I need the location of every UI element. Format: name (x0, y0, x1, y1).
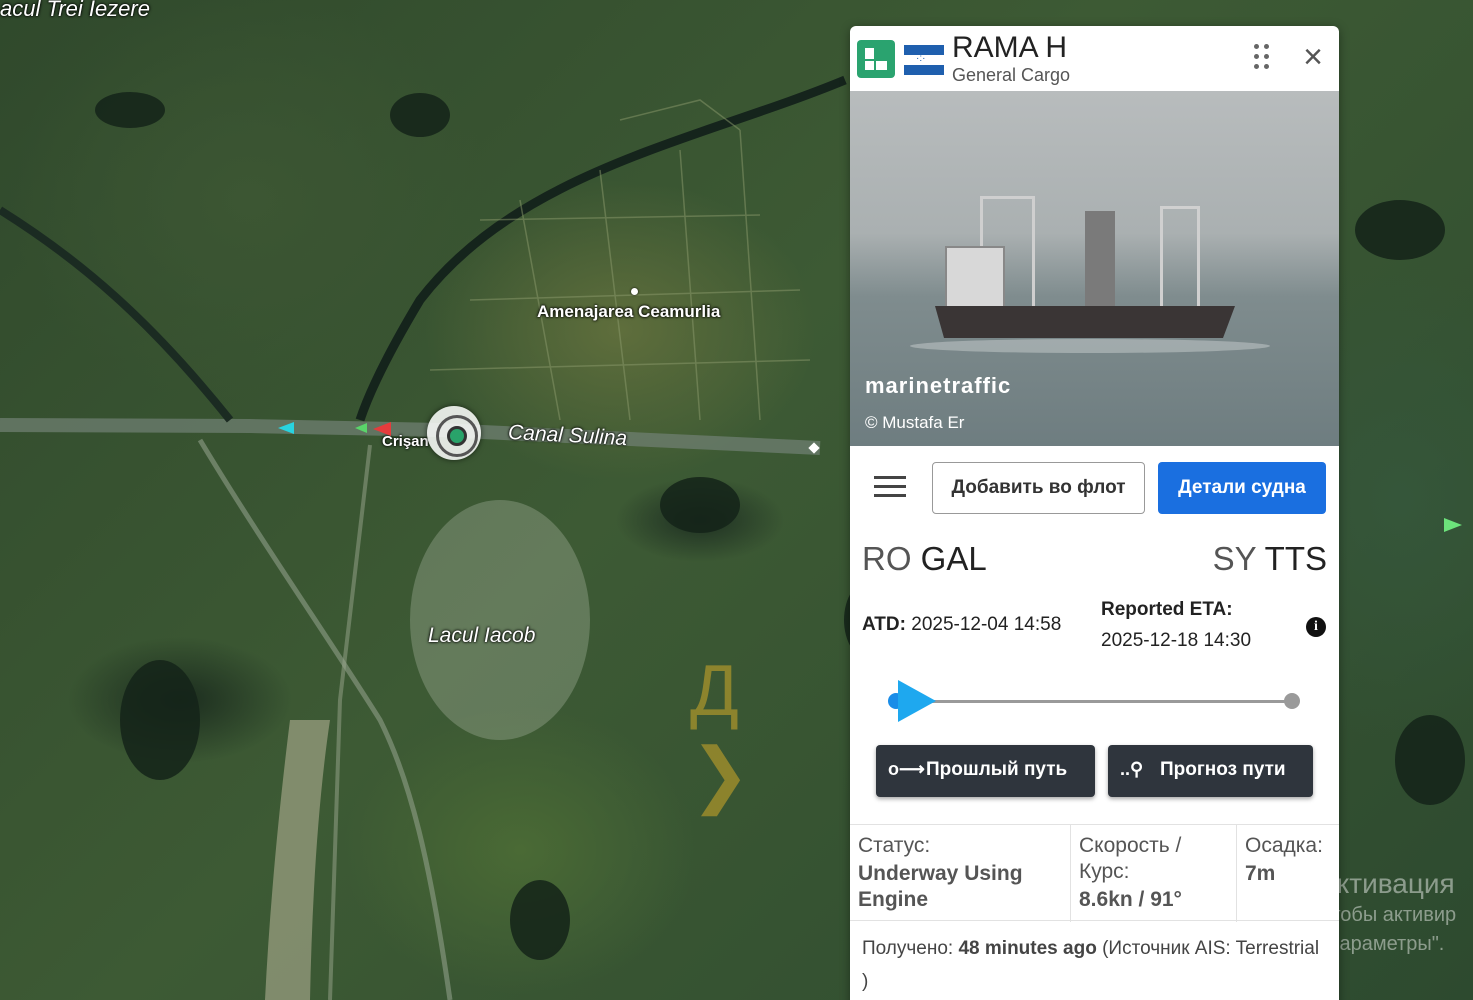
close-icon[interactable]: × (1296, 40, 1330, 74)
draught-value: 7m (1245, 862, 1276, 885)
honduras-flag-icon (904, 45, 944, 75)
add-to-fleet-button[interactable]: Добавить во флот (932, 462, 1145, 514)
vessel-info-panel: RAMA H General Cargo × marinetraffic © M… (850, 26, 1339, 1000)
departure-port[interactable]: RO GAL (862, 540, 987, 578)
waterway-north (0, 206, 234, 423)
past-track-label: Прошлый путь (926, 759, 1068, 780)
status-cell: Статус: Underway Using Engine (850, 825, 1071, 922)
panel-header: RAMA H General Cargo × (850, 26, 1339, 91)
vessel-type: General Cargo (952, 65, 1071, 85)
received-source-prefix: (Источник AIS: (1102, 938, 1231, 959)
action-row: Добавить во флот Детали судна (850, 446, 1339, 526)
destination-port-code: TTS (1264, 540, 1327, 577)
cloud (410, 500, 590, 740)
field-grid (429, 99, 811, 421)
speed-course-label: Скорость / Курс: (1079, 834, 1182, 883)
atd: ATD: 2025-12-04 14:58 (862, 614, 1061, 636)
map-label-lacul-iacob: Lacul Iacob (428, 624, 536, 647)
eta-label: Reported ETA: (1101, 599, 1233, 620)
hamburger-menu-icon[interactable] (874, 476, 906, 498)
received-label: Получено: (862, 938, 954, 959)
drag-handle-icon[interactable] (1254, 44, 1274, 74)
atd-label: ATD: (862, 614, 906, 635)
vessel-details-button[interactable]: Детали судна (1158, 462, 1326, 514)
destination-country-code: SY (1212, 540, 1257, 577)
past-track-icon: o⟶ (888, 759, 925, 779)
vessel-marker-icon[interactable] (278, 422, 294, 434)
selected-vessel-target-icon[interactable] (427, 406, 481, 460)
vessel-marker-icon[interactable] (373, 422, 391, 436)
map-label-trei-iezere: acul Trei Iezere (0, 0, 150, 21)
speed-course-cell: Скорость / Курс: 8.6kn / 91° (1071, 825, 1237, 922)
sand-strip (265, 720, 330, 1000)
map-overlay-glyph: Д ❯ (690, 651, 751, 815)
status-value: Underway Using Engine (858, 862, 1023, 911)
position-received: Получено: 48 minutes ago (Источник AIS: … (862, 932, 1322, 998)
cargo-ship-type-icon (857, 40, 895, 78)
destination-dot (1284, 693, 1300, 709)
received-value: 48 minutes ago (958, 938, 1097, 959)
draught-label: Осадка: (1245, 834, 1323, 857)
route-forecast-button[interactable]: ..⚲ Прогноз пути (1108, 745, 1313, 797)
route-forecast-icon: ..⚲ (1120, 759, 1144, 779)
vessel-photo[interactable]: marinetraffic © Mustafa Er (850, 91, 1339, 446)
photo-brand-watermark: marinetraffic (865, 373, 1012, 398)
route-ports: RO GAL SY TTS (850, 536, 1339, 586)
map-label-ceamurlia: Amenajarea Ceamurlia (537, 302, 721, 321)
eta-value: 2025-12-18 14:30 (1101, 630, 1252, 651)
atd-value: 2025-12-04 14:58 (911, 614, 1062, 635)
ship-position-icon (897, 680, 936, 722)
photo-credit: © Mustafa Er (865, 413, 965, 432)
status-label: Статус: (858, 834, 931, 857)
departure-port-code: GAL (920, 540, 987, 577)
poi-dot (631, 288, 638, 295)
info-icon[interactable]: i (1306, 617, 1326, 637)
vessel-marker-icon[interactable] (1444, 518, 1462, 532)
departure-country-code: RO (862, 540, 912, 577)
draught-cell: Осадка: 7m (1237, 825, 1339, 922)
speed-course-value: 8.6kn / 91° (1079, 888, 1182, 911)
track-buttons: o⟶ Прошлый путь ..⚲ Прогноз пути (850, 745, 1339, 800)
vessel-stats: Статус: Underway Using Engine Скорость /… (850, 824, 1339, 922)
voyage-progress (888, 680, 1300, 722)
vessel-marker-icon[interactable] (355, 423, 367, 433)
road-south (328, 444, 372, 1000)
voyage-times: ATD: 2025-12-04 14:58 Reported ETA: 2025… (850, 596, 1339, 666)
past-track-button[interactable]: o⟶ Прошлый путь (876, 745, 1095, 797)
destination-port[interactable]: SY TTS (1213, 540, 1327, 578)
route-forecast-label: Прогноз пути (1160, 759, 1286, 780)
vessel-name: RAMA H (952, 31, 1068, 64)
